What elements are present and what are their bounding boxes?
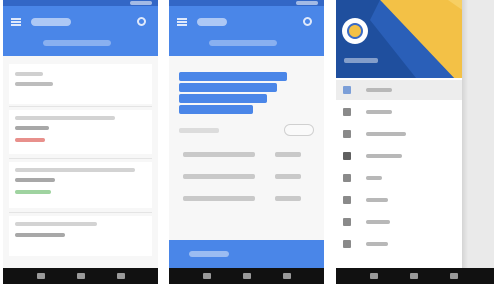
list-icon bbox=[343, 108, 351, 116]
app-bar-subtitle bbox=[43, 40, 111, 46]
search-icon[interactable] bbox=[137, 17, 146, 26]
recents-icon[interactable] bbox=[450, 273, 458, 279]
overview-screen bbox=[3, 0, 158, 284]
app-bar-subtitle bbox=[209, 40, 277, 46]
primary-action-label bbox=[189, 251, 229, 257]
status-icons bbox=[296, 1, 318, 5]
app-bar bbox=[3, 6, 158, 56]
highlight-bar bbox=[179, 94, 267, 103]
avatar-icon[interactable] bbox=[342, 18, 368, 44]
calendar-icon bbox=[343, 152, 351, 160]
chart-icon bbox=[343, 130, 351, 138]
highlight-bar bbox=[179, 105, 253, 114]
field-label bbox=[183, 152, 255, 157]
filter-chip[interactable] bbox=[284, 124, 314, 136]
negative-amount bbox=[15, 138, 45, 142]
wallet-icon bbox=[343, 196, 351, 204]
home-icon[interactable] bbox=[410, 273, 418, 279]
system-nav-bar bbox=[3, 268, 158, 284]
transaction-list bbox=[3, 56, 158, 268]
recents-icon[interactable] bbox=[283, 273, 291, 279]
list-item[interactable] bbox=[9, 162, 152, 208]
system-nav-bar bbox=[169, 268, 324, 284]
highlight-bar bbox=[179, 83, 277, 92]
gear-icon bbox=[343, 218, 351, 226]
status-icons bbox=[130, 1, 152, 5]
back-icon[interactable] bbox=[370, 273, 378, 279]
home-icon[interactable] bbox=[243, 273, 251, 279]
home-icon[interactable] bbox=[77, 273, 85, 279]
search-icon[interactable] bbox=[303, 17, 312, 26]
positive-amount bbox=[15, 190, 51, 194]
app-bar-title bbox=[31, 18, 71, 26]
list-item[interactable] bbox=[9, 110, 152, 154]
detail-body bbox=[169, 56, 324, 268]
primary-action-button[interactable] bbox=[169, 240, 324, 268]
menu-icon[interactable] bbox=[11, 18, 21, 26]
app-bar bbox=[169, 6, 324, 56]
account-name bbox=[344, 58, 378, 63]
field-label bbox=[179, 128, 219, 133]
app-bar-title bbox=[197, 18, 227, 26]
field-value[interactable] bbox=[275, 152, 301, 157]
list-item[interactable] bbox=[9, 216, 152, 256]
menu-icon[interactable] bbox=[177, 18, 187, 26]
field-value[interactable] bbox=[275, 196, 301, 201]
recents-icon[interactable] bbox=[117, 273, 125, 279]
field-value[interactable] bbox=[275, 174, 301, 179]
back-icon[interactable] bbox=[37, 273, 45, 279]
field-label bbox=[183, 174, 255, 179]
list-item[interactable] bbox=[9, 64, 152, 104]
home-icon bbox=[343, 86, 351, 94]
back-icon[interactable] bbox=[203, 273, 211, 279]
help-icon bbox=[343, 240, 351, 248]
field-label bbox=[183, 196, 255, 201]
drawer-scrim[interactable] bbox=[462, 0, 494, 284]
detail-screen bbox=[169, 0, 324, 284]
tag-icon bbox=[343, 174, 351, 182]
highlight-bar bbox=[179, 72, 287, 81]
